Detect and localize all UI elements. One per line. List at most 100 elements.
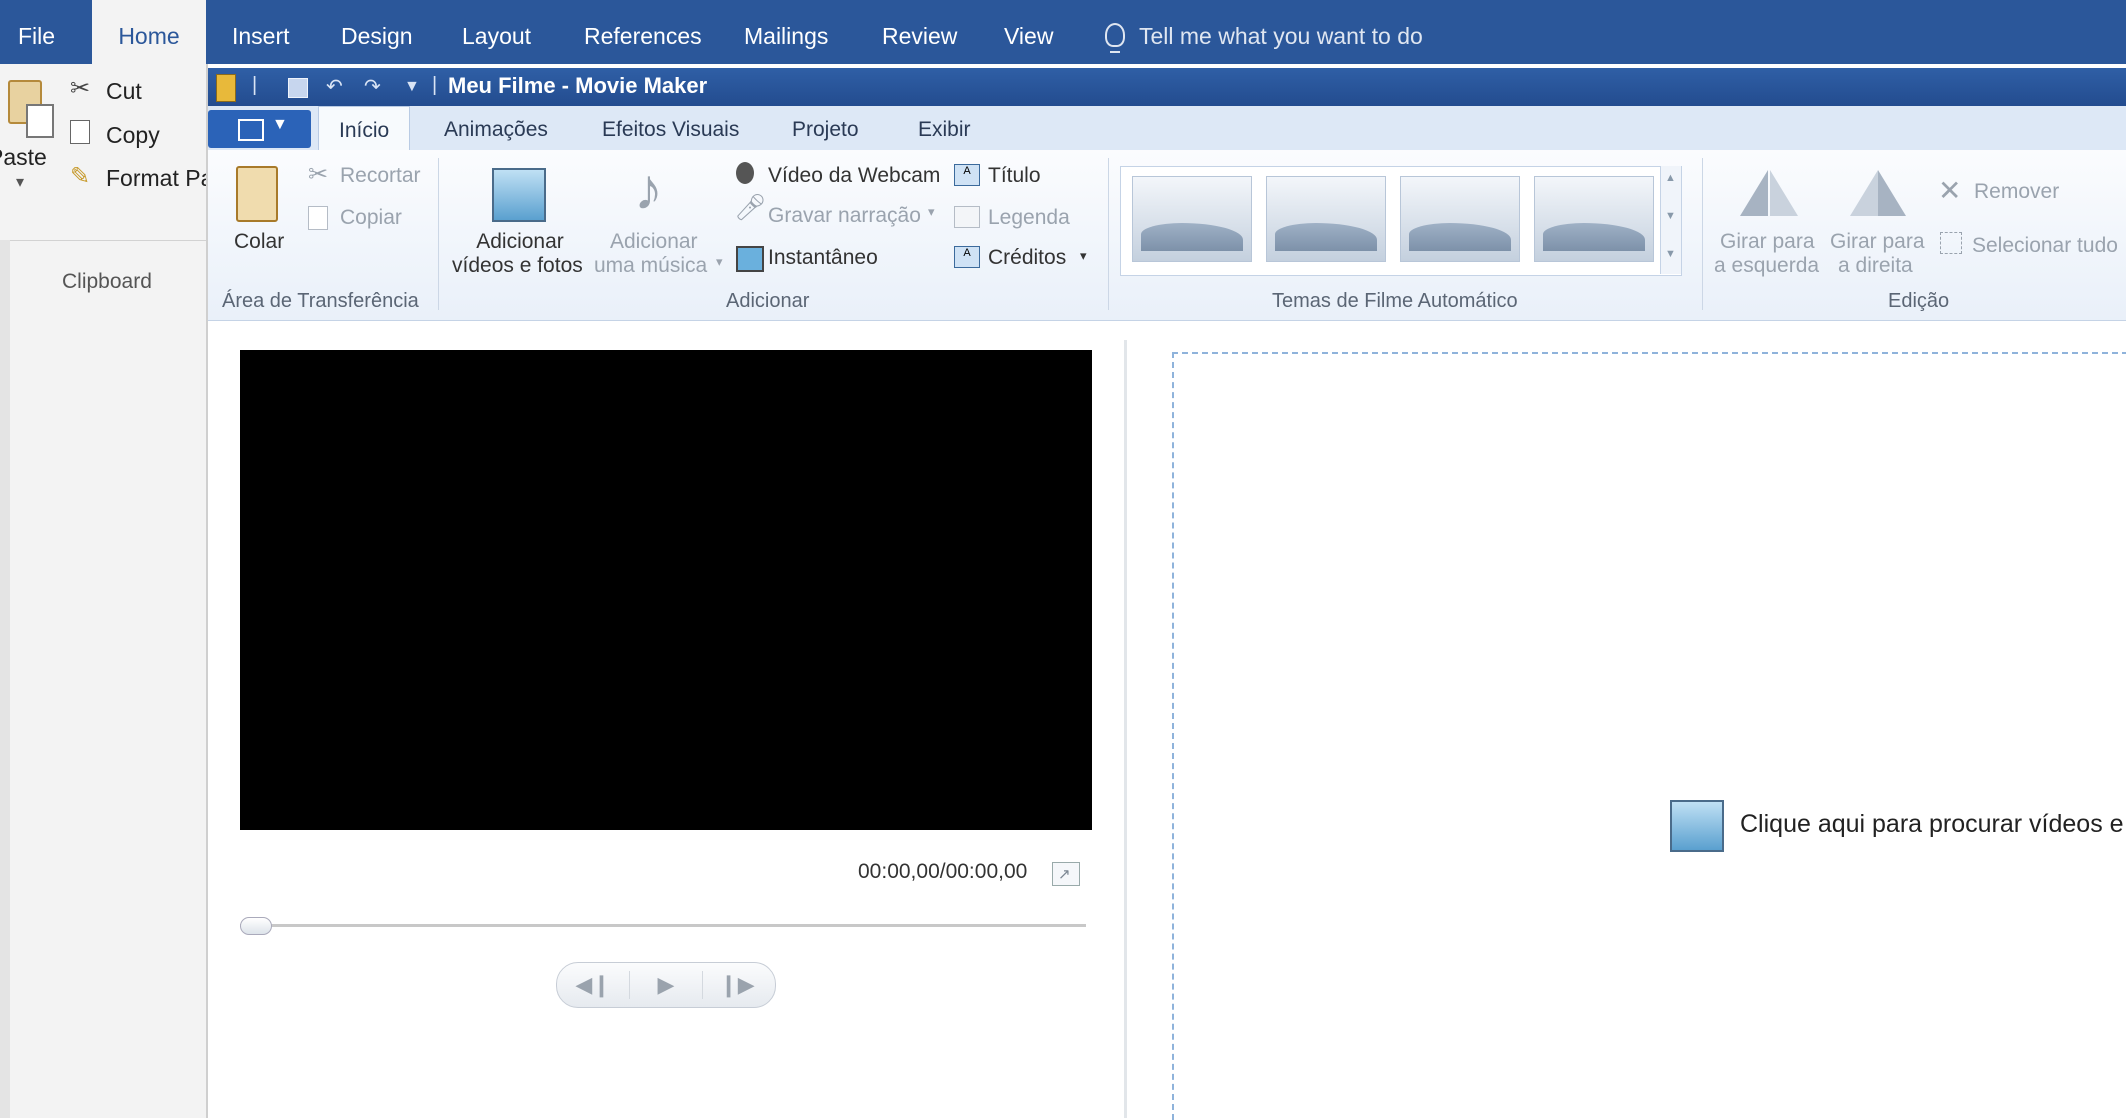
cut-button[interactable]: Cut xyxy=(106,78,142,105)
theme-thumbnail-2[interactable] xyxy=(1266,176,1386,262)
tab-inicio[interactable]: Início xyxy=(318,106,411,153)
add-media-icon[interactable] xyxy=(1670,800,1724,852)
group-separator xyxy=(438,158,439,310)
clipboard-paste-icon[interactable] xyxy=(236,166,278,222)
scissors-icon: ✂ xyxy=(70,75,91,102)
rotate-right-line1[interactable]: Girar para xyxy=(1830,230,1925,254)
gallery-expand-icon[interactable]: ▼ xyxy=(1665,248,1676,260)
add-music-line1[interactable]: Adicionar xyxy=(610,230,698,254)
remover-button[interactable]: Remover xyxy=(1974,180,2059,204)
word-clipboard-group: Paste ▾ ✂ Cut Copy ✎ Format Pa Clipboard xyxy=(0,64,206,293)
tab-animacoes[interactable]: Animações xyxy=(444,106,548,150)
narration-button[interactable]: Gravar narração xyxy=(768,204,921,228)
group-separator xyxy=(1108,158,1109,310)
tab-exibir[interactable]: Exibir xyxy=(918,106,971,150)
seek-bar[interactable] xyxy=(240,924,1086,927)
next-frame-icon[interactable]: ❙▶ xyxy=(701,971,773,999)
theme-thumbnail-4[interactable] xyxy=(1534,176,1654,262)
word-tab-file[interactable]: File xyxy=(18,0,55,64)
webcam-button[interactable]: Vídeo da Webcam xyxy=(768,164,940,188)
titulo-button[interactable]: Título xyxy=(988,164,1041,188)
chevron-down-icon[interactable]: ▾ xyxy=(928,204,935,220)
tab-projeto[interactable]: Projeto xyxy=(792,106,859,150)
recortar-button[interactable]: Recortar xyxy=(340,164,421,188)
add-music-line2[interactable]: uma música xyxy=(594,254,707,278)
tell-me-text: Tell me what you want to do xyxy=(1139,23,1423,49)
qat-separator-icon: | xyxy=(252,74,258,96)
rotate-left-icon[interactable] xyxy=(1740,170,1768,216)
themes-scrollbar[interactable]: ▲ ▼ ▼ xyxy=(1660,166,1681,274)
rotate-right-line2[interactable]: a direita xyxy=(1838,254,1913,278)
word-left-margin xyxy=(0,240,10,1118)
file-menu-icon xyxy=(238,119,264,141)
browse-prompt[interactable]: Clique aqui para procurar vídeos e xyxy=(1740,810,2124,839)
music-note-icon[interactable]: ♪ xyxy=(634,160,663,220)
clipboard-group-label: Clipboard xyxy=(62,270,152,293)
legenda-button[interactable]: Legenda xyxy=(988,206,1070,230)
title-icon: A xyxy=(954,164,980,186)
word-tab-mailings[interactable]: Mailings xyxy=(744,0,828,64)
select-all-button[interactable]: Selecionar tudo xyxy=(1972,234,2126,258)
word-ribbon-tabs: File Home Insert Design Layout Reference… xyxy=(0,0,2126,64)
colar-button[interactable]: Colar xyxy=(234,230,284,254)
pane-splitter[interactable] xyxy=(1124,340,1127,1118)
word-tab-home[interactable]: Home xyxy=(92,0,206,64)
undo-icon[interactable]: ↶ xyxy=(326,74,343,99)
theme-thumbnail-3[interactable] xyxy=(1400,176,1520,262)
storyboard-area[interactable] xyxy=(1172,352,2126,1120)
editing-group-label: Edição xyxy=(1888,290,1950,312)
rotate-right-icon-half xyxy=(1878,170,1906,216)
word-tab-design[interactable]: Design xyxy=(341,0,413,64)
tab-efeitos-visuais[interactable]: Efeitos Visuais xyxy=(602,106,739,150)
chevron-down-icon[interactable]: ▾ xyxy=(716,254,723,270)
word-tab-view[interactable]: View xyxy=(1004,0,1053,64)
paste-button[interactable]: Paste xyxy=(0,144,47,171)
chevron-up-icon[interactable]: ▲ xyxy=(1665,172,1676,184)
arrow-icon: ↗ xyxy=(1058,866,1071,883)
word-tab-insert[interactable]: Insert xyxy=(232,0,290,64)
snapshot-icon xyxy=(736,246,764,272)
timecode: 00:00,00/00:00,00 xyxy=(858,860,1028,883)
copy-icon xyxy=(308,206,328,230)
word-tab-review[interactable]: Review xyxy=(882,0,957,64)
moviemaker-ribbon-tabs: ▼ Início Animações Efeitos Visuais Proje… xyxy=(208,106,2126,153)
rotate-left-line2[interactable]: a esquerda xyxy=(1714,254,1819,278)
chevron-down-icon[interactable]: ▾ xyxy=(1080,248,1087,264)
save-icon[interactable] xyxy=(288,78,308,98)
redo-icon[interactable]: ↷ xyxy=(364,74,381,99)
qat-separator-icon: | xyxy=(432,74,438,96)
play-icon[interactable]: ▶ xyxy=(629,971,703,999)
expand-preview-icon[interactable]: ↗ xyxy=(1052,862,1080,886)
chevron-down-icon[interactable]: ▼ xyxy=(1665,210,1676,222)
add-group-label: Adicionar xyxy=(726,290,810,312)
paste-dropdown-icon[interactable]: ▾ xyxy=(16,172,24,192)
seek-thumb[interactable] xyxy=(240,917,272,935)
scissors-icon: ✂ xyxy=(308,161,329,188)
previous-frame-icon[interactable]: ◀❙ xyxy=(557,971,629,999)
word-tab-layout[interactable]: Layout xyxy=(462,0,531,64)
add-videos-line1[interactable]: Adicionar xyxy=(470,230,570,254)
copy-icon xyxy=(70,120,90,144)
add-videos-photos-icon[interactable] xyxy=(492,168,546,222)
caption-icon xyxy=(954,206,980,228)
video-preview[interactable] xyxy=(240,350,1092,830)
snapshot-button[interactable]: Instantâneo xyxy=(768,246,878,270)
file-menu-button[interactable]: ▼ xyxy=(208,110,311,148)
chevron-down-icon: ▼ xyxy=(272,116,288,133)
creditos-button[interactable]: Créditos xyxy=(988,246,1066,270)
moviemaker-title-bar: | ↶ ↷ ▼ | Meu Filme - Movie Maker xyxy=(208,68,2126,106)
format-painter-button[interactable]: Format Pa xyxy=(106,165,206,192)
lightbulb-icon xyxy=(1105,23,1125,53)
add-videos-line2[interactable]: vídeos e fotos xyxy=(452,254,583,278)
theme-thumbnail-1[interactable] xyxy=(1132,176,1252,262)
format-painter-icon: ✎ xyxy=(70,163,91,190)
tell-me-search[interactable]: Tell me what you want to do xyxy=(1105,0,1423,64)
copiar-button[interactable]: Copiar xyxy=(340,206,402,230)
copy-button[interactable]: Copy xyxy=(106,122,160,149)
qat-customize-icon[interactable]: ▼ xyxy=(404,78,420,96)
group-separator xyxy=(1702,158,1703,310)
rotate-right-icon[interactable] xyxy=(1850,170,1878,216)
rotate-left-line1[interactable]: Girar para xyxy=(1720,230,1815,254)
webcam-icon xyxy=(736,162,754,184)
word-tab-references[interactable]: References xyxy=(584,0,702,64)
